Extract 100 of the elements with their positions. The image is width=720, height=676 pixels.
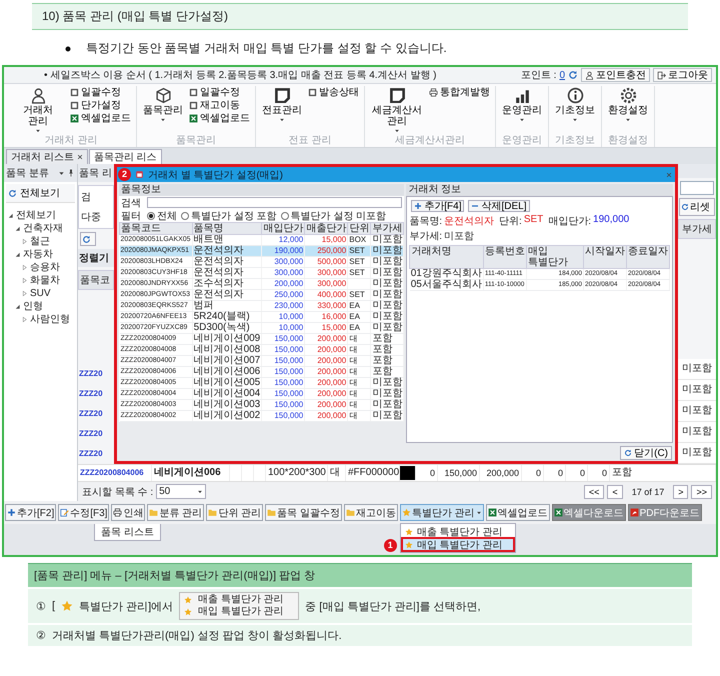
- table-cell: 200,000: [262, 278, 305, 290]
- ribbon-button-label: 환경설정: [608, 105, 648, 116]
- ribbon-button[interactable]: 거래처 관리: [10, 86, 66, 135]
- tree-item[interactable]: 자동차: [23, 248, 53, 261]
- tree-item[interactable]: 건축자재: [23, 222, 63, 235]
- refresh-icon: [568, 70, 578, 80]
- info-label: 부가세:: [409, 230, 442, 243]
- page-size-select[interactable]: 50: [156, 484, 206, 499]
- step-text: 거래처별 특별단가관리(매입) 설정 팝업 창이 활성화됩니다.: [52, 629, 342, 643]
- ribbon-button[interactable]: 운영관리: [500, 86, 544, 124]
- item-code-link[interactable]: ZZZ20200804006: [78, 465, 152, 481]
- ribbon-button[interactable]: 세금계산서 관리: [369, 86, 425, 135]
- show-all-button[interactable]: 전체보기: [6, 184, 75, 203]
- ribbon-small-button[interactable]: 발송상태: [307, 86, 360, 98]
- ribbon-small-button[interactable]: 통합계발행: [428, 86, 491, 98]
- filter-radio[interactable]: 전체: [147, 208, 177, 222]
- pin-icon: [67, 169, 75, 177]
- toolbar-button[interactable]: 엑셀업로드: [486, 504, 550, 521]
- refresh-button[interactable]: [80, 232, 96, 246]
- page-nav-button[interactable]: <: [607, 484, 623, 498]
- table-cell: 네비게이션003: [192, 400, 262, 410]
- list-title: 품목 리: [78, 164, 114, 182]
- tree-item[interactable]: 인형: [23, 300, 43, 313]
- tree-item[interactable]: 승용차: [30, 261, 60, 274]
- table-cell: 네비게이션004: [192, 388, 262, 400]
- toolbar-button[interactable]: 재고이동: [344, 504, 398, 521]
- ribbon-small-button[interactable]: 재고이동: [188, 99, 251, 111]
- table-cell: SET: [349, 290, 365, 299]
- menu-item[interactable]: 매입 특별단가 관리: [402, 538, 514, 551]
- table-cell: 200,000: [480, 465, 522, 481]
- table-cell: 300,000: [262, 268, 305, 278]
- item-code-link[interactable]: ZZZ20: [78, 384, 114, 404]
- popup-title: 거래처 별 특별단가 설정(매입): [148, 168, 284, 182]
- tree-item[interactable]: 철근: [30, 235, 50, 248]
- star-icon: [184, 608, 192, 616]
- tree-item[interactable]: SUV: [30, 287, 51, 300]
- tree-item[interactable]: 전체보기: [16, 209, 56, 222]
- item-code-link[interactable]: ZZZ20: [78, 444, 114, 464]
- table-cell: 범퍼: [192, 300, 262, 312]
- toolbar-button[interactable]: 단위 관리: [206, 504, 264, 521]
- ribbon-small-button[interactable]: 엑셀업로드: [69, 112, 132, 124]
- tab[interactable]: 품목 리스트: [94, 524, 161, 541]
- toolbar-button[interactable]: 수정[F3]: [58, 504, 110, 521]
- table-cell: 미포함: [370, 256, 404, 268]
- table-cell: 네비게이션002: [192, 410, 262, 422]
- table-row[interactable]: ZZZ20200804006 네비게이션006 100*200*300 대 #FF000000 0 150,000 200,000 0 0 0 0 포함: [78, 464, 716, 482]
- printer-icon: [113, 508, 122, 517]
- table-cell: 대: [349, 389, 358, 398]
- section-header: 거래처 정보: [406, 184, 673, 196]
- window-icon: [135, 170, 144, 179]
- ribbon-button[interactable]: 기초정보: [553, 86, 597, 124]
- table-cell: 200,000: [304, 366, 348, 378]
- bullet-text: 특정기간 동안 품목별 거래처 매입 특별 단가를 설정 할 수 있습니다.: [86, 40, 447, 57]
- tree-item[interactable]: 사람인형: [30, 313, 70, 326]
- page-nav-button[interactable]: >>: [691, 484, 712, 498]
- toolbar-button[interactable]: 삭제[DEL]: [468, 200, 530, 212]
- toolbar-button[interactable]: 추가[F2]: [5, 504, 56, 521]
- reset-button[interactable]: 리셋: [679, 198, 715, 216]
- item-code-link[interactable]: ZZZ20: [78, 404, 114, 424]
- toolbar-button[interactable]: 인쇄: [111, 504, 146, 521]
- item-code-link[interactable]: ZZZ20: [78, 364, 114, 384]
- ribbon-small-button[interactable]: 일괄수정: [69, 86, 132, 98]
- search-field[interactable]: [680, 181, 714, 195]
- ribbon-small-button[interactable]: 엑셀업로드: [188, 112, 251, 124]
- top-button[interactable]: 로그아웃: [653, 68, 712, 82]
- filter-radio[interactable]: 특별단가 설정 포함: [181, 208, 277, 222]
- points-link[interactable]: 0: [559, 70, 565, 80]
- table-cell: 대: [349, 367, 358, 376]
- search-field[interactable]: [147, 197, 402, 208]
- ribbon-small-button[interactable]: 단가설정: [69, 99, 132, 111]
- menu-item[interactable]: 매출 특별단가 관리: [402, 525, 514, 538]
- table-cell: 0: [416, 465, 438, 481]
- toolbar-button[interactable]: 추가[F4]: [411, 200, 464, 212]
- ribbon-small-button[interactable]: 일괄수정: [188, 86, 251, 98]
- step-text: 특별단가 관리]에서: [79, 600, 174, 614]
- toolbar-button[interactable]: 분류 관리: [147, 504, 204, 521]
- item-code-link[interactable]: ZZZ20: [78, 424, 114, 444]
- step-number: ①: [36, 600, 46, 612]
- ribbon-button[interactable]: 전표관리: [260, 86, 304, 124]
- table-cell: 01강원주식회사: [410, 268, 484, 280]
- toolbar-button[interactable]: 품목 일괄수정: [265, 504, 342, 521]
- toolbar-button[interactable]: 특별단가 관리: [400, 504, 484, 521]
- table-cell: 미포함: [370, 268, 404, 278]
- table-cell: 미포함: [370, 300, 404, 312]
- page-nav-button[interactable]: <<: [584, 484, 604, 498]
- close-button[interactable]: 닫기(C): [620, 446, 672, 460]
- top-button[interactable]: 포인트충전: [581, 68, 650, 82]
- caret-icon: [625, 117, 631, 123]
- table-cell: 대: [349, 378, 358, 387]
- spreadsheet-icon: [488, 508, 497, 517]
- tab[interactable]: 품목관리 리스: [88, 149, 162, 164]
- filter-radio[interactable]: 특별단가 설정 미포함: [280, 208, 386, 222]
- tab[interactable]: 거래처 리스트: [6, 149, 88, 164]
- spreadsheet-icon: [70, 114, 79, 122]
- tree-item[interactable]: 화물차: [30, 274, 60, 287]
- plus-icon: [414, 202, 422, 210]
- page-nav-button[interactable]: >: [673, 484, 688, 498]
- ribbon-button[interactable]: 환경설정: [606, 86, 650, 124]
- table-cell: 미포함: [370, 290, 404, 300]
- ribbon-button[interactable]: 품목관리: [141, 86, 185, 124]
